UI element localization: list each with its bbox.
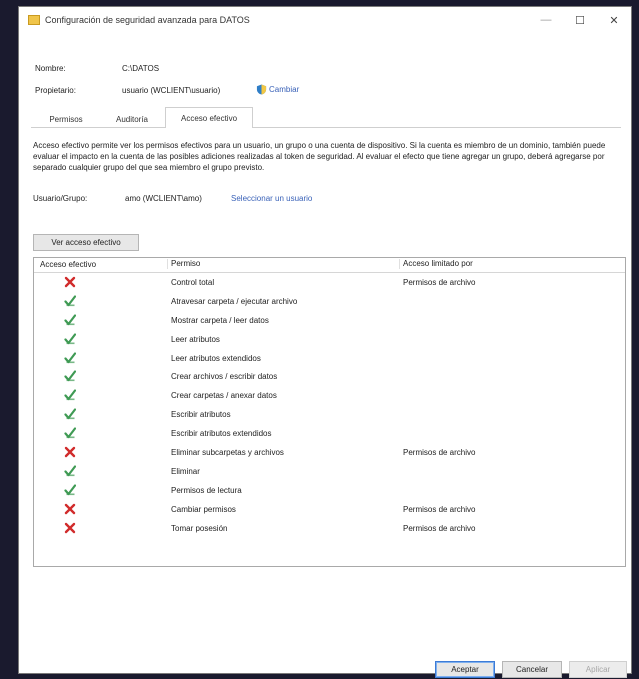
green-check-icon [64,314,77,326]
red-x-icon [64,503,76,515]
accept-button[interactable]: Aceptar [435,661,495,678]
permission-cell: Tomar posesión [171,523,228,533]
description-text: Acceso efectivo permite ver los permisos… [33,141,606,172]
green-check-icon [64,408,77,420]
permission-cell: Crear carpetas / anexar datos [171,391,277,401]
effective-access-table: Acceso efectivo Permiso Acceso limitado … [33,257,626,567]
user-value: amo (WCLIENT\amo) [125,194,202,203]
permission-cell: Escribir atributos extendidos [171,429,272,439]
owner-change-link[interactable]: Cambiar [256,84,299,95]
limited-by-cell: Permisos de archivo [403,504,476,514]
table-row[interactable]: Eliminar [34,462,625,481]
tab-permisos[interactable]: Permisos [33,111,99,127]
select-user-link[interactable]: Seleccionar un usuario [231,194,312,203]
shield-icon [256,84,267,95]
table-row[interactable]: Crear archivos / escribir datos [34,367,625,386]
green-check-icon [64,484,77,496]
table-row[interactable]: Permisos de lectura [34,481,625,500]
green-check-icon [64,465,77,477]
permission-cell: Permisos de lectura [171,485,242,495]
table-row[interactable]: Control total Permisos de archivo [34,273,625,292]
permission-cell: Leer atributos extendidos [171,353,261,363]
table-row[interactable]: Atravesar carpeta / ejecutar archivo [34,292,625,311]
table-row[interactable]: Escribir atributos extendidos [34,424,625,443]
title-bar: Configuración de seguridad avanzada para… [19,7,631,33]
owner-change-link-text[interactable]: Cambiar [269,85,299,94]
permission-cell: Atravesar carpeta / ejecutar archivo [171,296,298,306]
permission-cell: Leer atributos [171,334,220,344]
column-header-permission[interactable]: Permiso [167,259,200,269]
window-title: Configuración de seguridad avanzada para… [45,15,250,25]
permission-cell: Escribir atributos [171,410,231,420]
permission-cell: Eliminar subcarpetas y archivos [171,448,284,458]
limited-by-cell: Permisos de archivo [403,278,476,287]
view-effective-access-button[interactable]: Ver acceso efectivo [33,234,139,251]
green-check-icon [64,370,77,382]
column-header-limited-by[interactable]: Acceso limitado por [399,259,473,269]
table-row[interactable]: Leer atributos [34,330,625,349]
table-row[interactable]: Cambiar permisos Permisos de archivo [34,500,625,519]
permission-cell: Mostrar carpeta / leer datos [171,315,269,325]
green-check-icon [64,295,77,307]
table-header: Acceso efectivo Permiso Acceso limitado … [34,258,625,273]
table-row[interactable]: Leer atributos extendidos [34,349,625,368]
tab-auditoria[interactable]: Auditoría [101,111,163,127]
limited-by-cell: Permisos de archivo [403,448,476,458]
limited-by-cell: Permisos de archivo [403,523,476,533]
table-row[interactable]: Crear carpetas / anexar datos [34,386,625,405]
column-header-access[interactable]: Acceso efectivo [40,260,96,269]
maximize-button[interactable]: ☐ [563,7,597,33]
dialog-content: Nombre: C:\DATOS Propietario: usuario (W… [31,35,627,678]
owner-value: usuario (WCLIENT\usuario) [122,86,221,95]
security-settings-window: Configuración de seguridad avanzada para… [18,6,632,678]
cancel-button[interactable]: Cancelar [502,661,562,678]
owner-label: Propietario: [35,86,76,95]
minimize-button[interactable]: — [529,7,563,33]
permission-cell: Control total [171,278,215,287]
table-row[interactable]: Eliminar subcarpetas y archivos Permisos … [34,443,625,462]
name-value: C:\DATOS [122,64,160,73]
table-row[interactable]: Escribir atributos [34,405,625,424]
table-row[interactable]: Mostrar carpeta / leer datos [34,311,625,330]
name-label: Nombre: [35,64,66,73]
permission-cell: Cambiar permisos [171,504,236,514]
red-x-icon [64,446,76,458]
apply-button[interactable]: Aplicar [569,661,627,678]
green-check-icon [64,333,77,345]
table-body: Control total Permisos de archivo Atravesa… [34,273,625,537]
red-x-icon [64,522,76,534]
table-row[interactable]: Tomar posesión Permisos de archivo [34,519,625,538]
permission-cell: Eliminar [171,466,200,476]
green-check-icon [64,389,77,401]
tab-bar: Permisos Auditoría Acceso efectivo [31,107,621,128]
green-check-icon [64,427,77,439]
folder-icon [28,15,40,25]
green-check-icon [64,351,77,364]
tab-acceso-efectivo[interactable]: Acceso efectivo [165,107,253,128]
permission-cell: Crear archivos / escribir datos [171,372,278,382]
user-label: Usuario/Grupo: [33,194,88,203]
red-x-icon [64,276,76,288]
close-button[interactable]: ✕ [597,7,631,33]
